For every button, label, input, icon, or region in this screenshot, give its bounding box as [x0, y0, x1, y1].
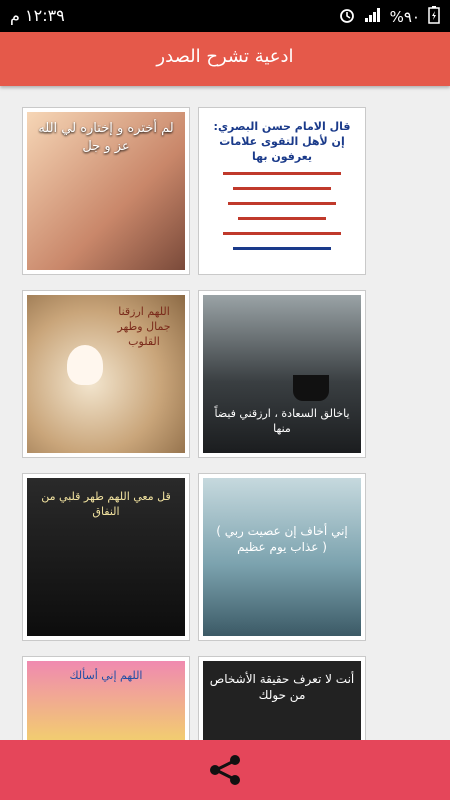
card-image-1[interactable]: قال الامام حسن البصري: إن لأهل التقوى عل…: [203, 112, 361, 270]
page-title: ادعية تشرح الصدر: [156, 46, 294, 67]
grid-card-3[interactable]: ياخالق السعادة ، ارزقني فيضاً منها: [198, 290, 366, 458]
card-image-4[interactable]: اللهم ارزقنا جمال وطهر القلوب: [27, 295, 185, 453]
status-bar: ١٢:٣٩ م %٩٠: [0, 0, 450, 32]
card-image-8[interactable]: اللهم إني أسألك: [27, 661, 185, 740]
battery-percent: %٩٠: [389, 8, 420, 26]
card-image-2[interactable]: لم أختره و إختاره لي الله عز و جل: [27, 112, 185, 270]
image-grid[interactable]: قال الامام حسن البصري: إن لأهل التقوى عل…: [20, 105, 430, 740]
card-caption-1: قال الامام حسن البصري: إن لأهل التقوى عل…: [213, 120, 351, 163]
grid-card-5[interactable]: ( إني أخاف إن عصيت ربي عذاب يوم عظيم ): [198, 473, 366, 641]
grid-card-1[interactable]: قال الامام حسن البصري: إن لأهل التقوى عل…: [198, 107, 366, 275]
grid-card-7[interactable]: أنت لا تعرف حقيقة الأشخاص من حولك: [198, 656, 366, 740]
status-time: ١٢:٣٩ م: [10, 6, 65, 25]
share-button[interactable]: [203, 748, 247, 792]
card-caption-8: اللهم إني أسألك: [69, 669, 143, 682]
app-bar: ادعية تشرح الصدر: [0, 32, 450, 86]
card-caption-3: ياخالق السعادة ، ارزقني فيضاً منها: [214, 407, 350, 435]
card-image-7[interactable]: أنت لا تعرف حقيقة الأشخاص من حولك: [203, 661, 361, 740]
share-icon: [210, 755, 240, 785]
battery-icon: [428, 6, 440, 28]
status-icons: %٩٠: [338, 6, 440, 28]
card-caption-6: قل معي اللهم طهر قلبي من النفاق: [41, 490, 171, 518]
grid-card-4[interactable]: اللهم ارزقنا جمال وطهر القلوب: [22, 290, 190, 458]
bottom-bar: [0, 740, 450, 800]
card-caption-7: أنت لا تعرف حقيقة الأشخاص من حولك: [209, 672, 355, 703]
card-caption-2: لم أختره و إختاره لي الله عز و جل: [38, 121, 174, 154]
grid-card-2[interactable]: لم أختره و إختاره لي الله عز و جل: [22, 107, 190, 275]
alarm-icon: [338, 6, 356, 28]
card-image-3[interactable]: ياخالق السعادة ، ارزقني فيضاً منها: [203, 295, 361, 453]
grid-card-8[interactable]: اللهم إني أسألك: [22, 656, 190, 740]
card-caption-4: اللهم ارزقنا جمال وطهر القلوب: [117, 305, 171, 348]
grid-card-6[interactable]: قل معي اللهم طهر قلبي من النفاق: [22, 473, 190, 641]
card-image-6[interactable]: قل معي اللهم طهر قلبي من النفاق: [27, 478, 185, 636]
card-caption-5: ( إني أخاف إن عصيت ربي عذاب يوم عظيم ): [216, 524, 348, 555]
card-image-5[interactable]: ( إني أخاف إن عصيت ربي عذاب يوم عظيم ): [203, 478, 361, 636]
signal-icon: [364, 7, 382, 27]
